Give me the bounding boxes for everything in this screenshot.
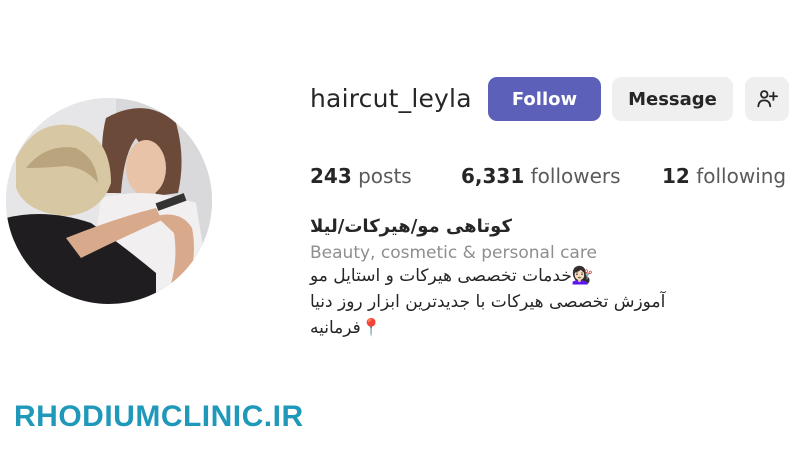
avatar-image	[6, 98, 212, 304]
followers-number: 6,331	[461, 164, 525, 188]
posts-label: posts	[358, 164, 412, 188]
person-add-icon	[757, 90, 778, 108]
bio-category: Beauty, cosmetic & personal care	[310, 243, 597, 263]
bio-line: آموزش تخصصی هیرکات با جدیدترین ابزار روز…	[310, 292, 666, 312]
profile-username: haircut_leyla	[310, 84, 472, 113]
suggested-accounts-button[interactable]	[745, 77, 789, 121]
message-button[interactable]: Message	[612, 77, 733, 121]
bio-line: 💇🏻‍♀️خدمات تخصصی هیرکات و استایل مو	[310, 266, 593, 286]
profile-avatar[interactable]	[6, 98, 212, 304]
bio-display-name: کوتاهی مو/هیرکات/لیلا	[310, 216, 512, 237]
following-number: 12	[662, 164, 690, 188]
followers-link[interactable]: 6,331 followers	[461, 164, 621, 188]
following-label: following	[696, 164, 787, 188]
posts-number: 243	[310, 164, 352, 188]
follow-button[interactable]: Follow	[488, 77, 601, 121]
following-link[interactable]: 12 following	[662, 164, 786, 188]
bio-location-line: 📍فرمانیه	[310, 318, 382, 338]
watermark-text: RHODIUMCLINIC.IR	[14, 400, 304, 433]
followers-label: followers	[530, 164, 621, 188]
posts-count: 243 posts	[310, 164, 412, 188]
